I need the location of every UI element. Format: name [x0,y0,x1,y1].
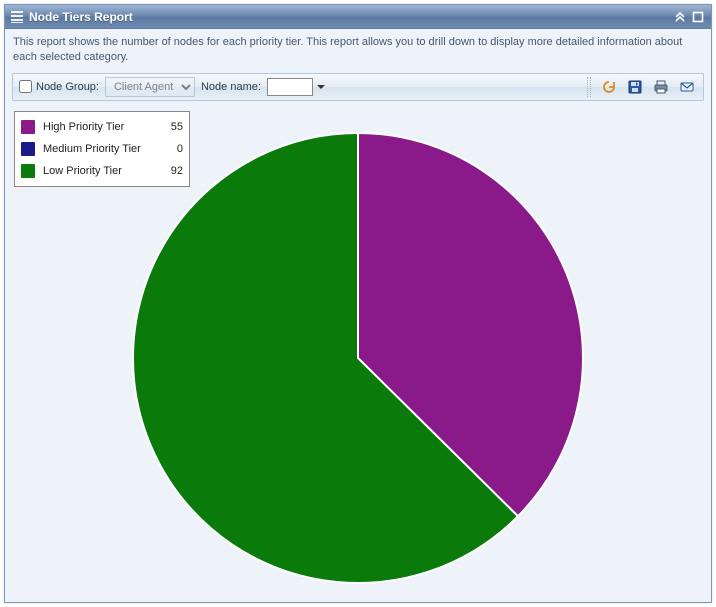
list-icon [11,11,23,23]
collapse-button[interactable] [673,10,687,24]
title-bar: Node Tiers Report [5,5,711,29]
node-name-label: Node name: [201,81,261,93]
node-name-input[interactable] [267,78,313,96]
email-button[interactable] [677,77,697,97]
save-button[interactable] [625,77,645,97]
refresh-button[interactable] [599,77,619,97]
print-button[interactable] [651,77,671,97]
node-group-select[interactable]: Client Agent [105,77,195,97]
toolbar: Node Group: Client Agent Node name: [12,73,704,101]
node-group-checkbox-input[interactable] [19,80,32,93]
chart-area: High Priority Tier55Medium Priority Tier… [12,107,704,595]
refresh-icon [601,79,617,95]
floppy-disk-icon [627,79,643,95]
report-description: This report shows the number of nodes fo… [5,29,711,73]
node-group-label: Node Group: [36,81,99,93]
printer-icon [653,79,669,95]
node-name-dropdown-button[interactable] [313,77,329,97]
chevron-down-icon [316,82,326,92]
double-chevron-up-icon [674,11,686,23]
toolbar-separator [587,77,591,97]
node-group-checkbox[interactable]: Node Group: [19,80,99,93]
maximize-icon [692,11,704,23]
envelope-icon [679,79,695,95]
pie-chart-wrap [12,123,704,593]
pie-chart[interactable] [123,123,593,593]
panel-title: Node Tiers Report [29,10,669,24]
report-panel: Node Tiers Report This report shows the … [4,4,712,603]
maximize-button[interactable] [691,10,705,24]
